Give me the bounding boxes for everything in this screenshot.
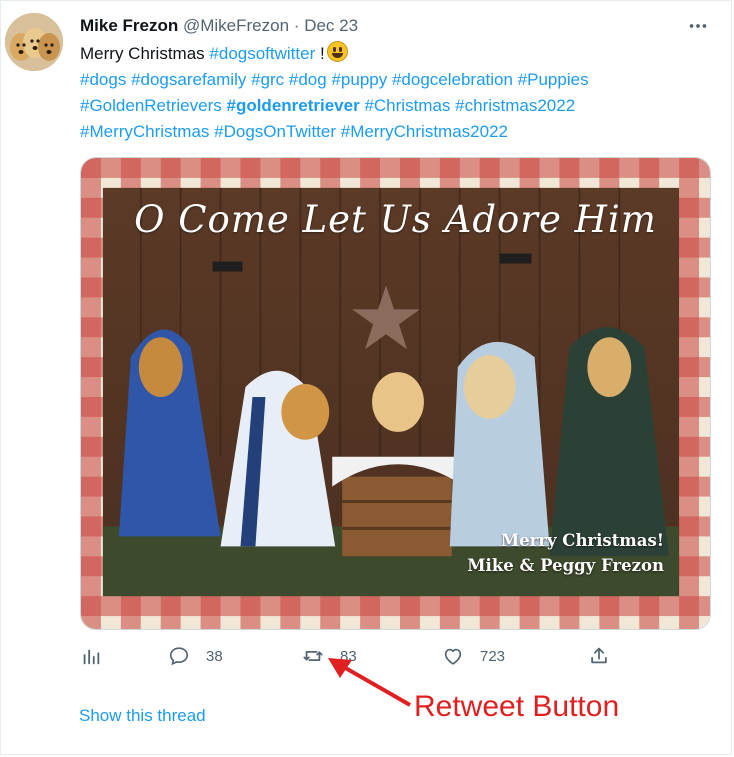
hashtag[interactable]: #dogsoftwitter — [209, 44, 315, 63]
analytics-button[interactable] — [80, 645, 102, 667]
avatar[interactable] — [5, 13, 63, 71]
hashtag-highlighted[interactable]: #goldenretriever — [226, 96, 359, 115]
tweet-intro-text: Merry Christmas — [80, 44, 210, 63]
card-message: Merry Christmas! Mike & Peggy Frezon — [467, 528, 664, 578]
annotation-label: Retweet Button — [414, 690, 620, 723]
hashtag[interactable]: #dogsarefamily — [131, 70, 246, 89]
tweet-text: Merry Christmas #dogsoftwitter ! #dogs #… — [80, 41, 700, 145]
hashtag[interactable]: #Puppies — [518, 70, 589, 89]
grinning-face-emoji-icon — [326, 41, 348, 62]
share-icon — [591, 647, 607, 664]
tweet-line-1: Merry Christmas #dogsoftwitter ! — [80, 41, 700, 67]
annotation-arrow-icon — [328, 658, 411, 707]
more-icon — [689, 24, 707, 28]
like-button[interactable]: 723 — [442, 645, 505, 667]
hashtag[interactable]: #Christmas — [364, 96, 450, 115]
card-message-line: Mike & Peggy Frezon — [467, 556, 664, 575]
tweet-line-4: #MerryChristmas #DogsOnTwitter #MerryChr… — [80, 119, 700, 145]
like-icon — [444, 648, 462, 665]
card-title: O Come Let Us Adore Him — [134, 198, 657, 241]
card-message-line: Merry Christmas! — [500, 531, 664, 550]
more-options-button[interactable] — [686, 14, 710, 38]
author-name[interactable]: Mike Frezon — [80, 16, 178, 35]
tweet-line-3: #GoldenRetrievers #goldenretriever #Chri… — [80, 93, 700, 119]
share-button[interactable] — [588, 645, 610, 667]
hashtag[interactable]: #dogs — [80, 70, 126, 89]
header-separator: · — [293, 16, 300, 35]
like-count: 723 — [480, 647, 506, 665]
hashtag[interactable]: #puppy — [331, 70, 387, 89]
hashtag[interactable]: #DogsOnTwitter — [214, 122, 336, 141]
hashtag[interactable]: #dog — [289, 70, 327, 89]
tweet-photo[interactable]: O Come Let Us Adore Him Merry Christmas!… — [80, 157, 711, 630]
tweet-exclaim: ! — [315, 44, 325, 63]
analytics-icon — [83, 649, 100, 665]
tweet-header: Mike Frezon @MikeFrezon · Dec 23 — [80, 16, 358, 36]
hashtag[interactable]: #MerryChristmas — [80, 122, 209, 141]
reply-icon — [169, 647, 189, 666]
hashtag[interactable]: #dogcelebration — [392, 70, 513, 89]
tweet-line-2: #dogs #dogsarefamily #grc #dog #puppy #d… — [80, 67, 700, 93]
reply-count: 38 — [206, 647, 223, 665]
tweet-date[interactable]: Dec 23 — [304, 16, 358, 35]
hashtag[interactable]: #grc — [251, 70, 284, 89]
author-handle[interactable]: @MikeFrezon — [183, 16, 289, 35]
hashtag[interactable]: #christmas2022 — [455, 96, 575, 115]
hashtag[interactable]: #MerryChristmas2022 — [341, 122, 508, 141]
show-thread-link[interactable]: Show this thread — [79, 706, 206, 726]
reply-button[interactable]: 38 — [168, 645, 223, 667]
hashtag[interactable]: #GoldenRetrievers — [80, 96, 222, 115]
